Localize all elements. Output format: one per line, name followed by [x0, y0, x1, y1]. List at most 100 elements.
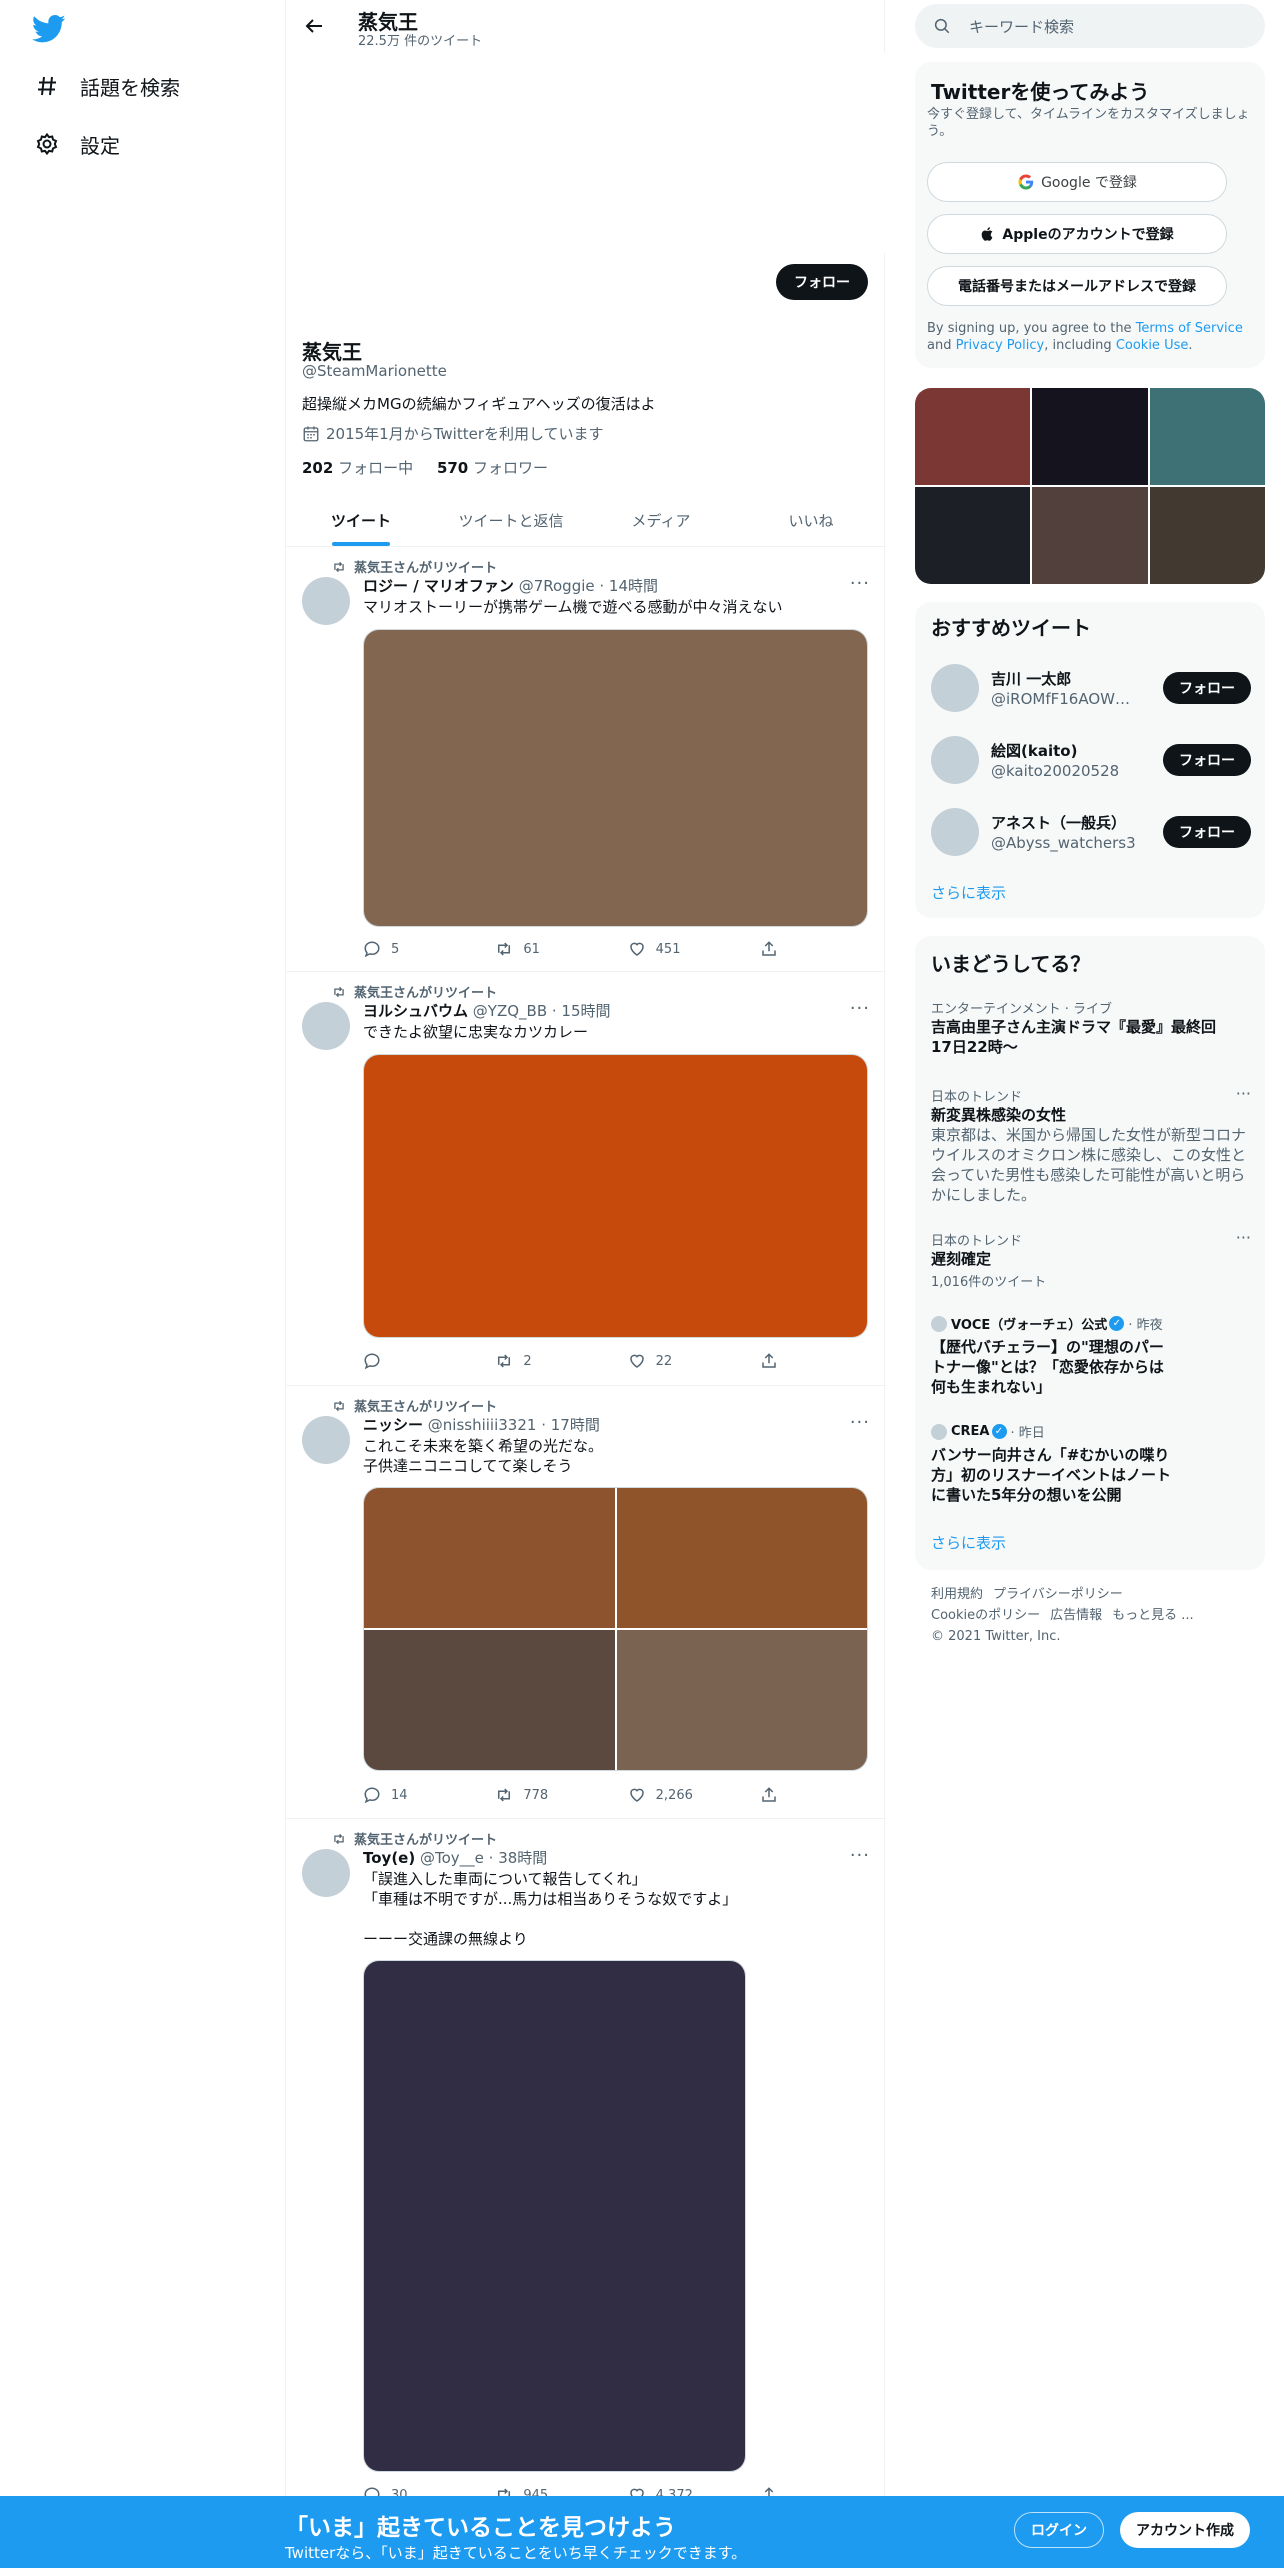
follow-button[interactable]: フォロー	[1163, 672, 1251, 704]
news-item[interactable]: VOCE（ヴォーチェ）公式 ✓ · 昨夜 【歴代バチェラー】の"理想のパートナー像…	[931, 1314, 1251, 1397]
search-box[interactable]: キーワード検索	[915, 4, 1265, 48]
share-button[interactable]	[760, 1352, 788, 1370]
tab-media[interactable]: メディア	[586, 494, 736, 546]
media-image[interactable]	[364, 1055, 867, 1337]
trend-title: 吉高由里子さん主演ドラマ『最愛』最終回 17日22時〜	[931, 1018, 1232, 1056]
more-options-icon[interactable]: ···	[1236, 1084, 1251, 1103]
gallery-photo[interactable]	[1032, 388, 1148, 485]
recommended-user[interactable]: アネスト（一般兵） @Abyss_watchers3 フォロー	[931, 806, 1251, 858]
recommended-user[interactable]: 吉川 一太郎 @iROMfF16AOWDTG フォロー	[931, 662, 1251, 714]
avatar[interactable]	[931, 808, 979, 856]
footer-link[interactable]: Cookieのポリシー	[931, 1608, 1040, 1623]
signup-prompt-bar: 「いま」起きていることを見つけよう Twitterなら、「いま」起きていることを…	[0, 2496, 1284, 2568]
tweet-author-name[interactable]: ヨルシュバウム	[363, 1002, 468, 1020]
nav-settings[interactable]: 設定	[34, 124, 120, 164]
tab-tweets[interactable]: ツイート	[286, 494, 436, 546]
gallery-photo[interactable]	[1149, 487, 1265, 584]
following-label: フォロー中	[333, 459, 414, 477]
tweet[interactable]: 蒸気王さんがリツイート ロジー / マリオファン @7Roggie · 14時間…	[286, 547, 886, 972]
media-image[interactable]	[364, 630, 867, 926]
reply-button[interactable]: 5	[363, 940, 469, 958]
news-item[interactable]: CREA ✓ · 昨日 バンサー向井さん「#むかいの喋り方」初のリスナーイベントは…	[931, 1422, 1251, 1505]
tweet-media[interactable]	[363, 629, 868, 927]
tweet-media[interactable]	[363, 1054, 868, 1338]
create-account-button[interactable]: アカウント作成	[1120, 2512, 1250, 2548]
tweet-media[interactable]	[363, 1960, 746, 2472]
follow-button[interactable]: フォロー	[1163, 816, 1251, 848]
more-options-icon[interactable]: ···	[850, 1845, 870, 1866]
avatar[interactable]	[931, 736, 979, 784]
trend-title: 新変異株感染の女性	[931, 1106, 1067, 1124]
retweet-icon	[334, 986, 344, 997]
terms-link[interactable]: Terms of Service	[1136, 321, 1243, 336]
nav-explore[interactable]: 話題を検索	[34, 66, 180, 106]
following-link[interactable]: 202 フォロー中	[302, 459, 413, 477]
more-options-icon[interactable]: ···	[850, 573, 870, 594]
trend-item[interactable]: 日本のトレンド 遅刻確定 1,016件のツイート ···	[931, 1228, 1251, 1290]
tab-tweets-replies[interactable]: ツイートと返信	[436, 494, 586, 546]
tweet-author-handle[interactable]: @Toy__e · 38時間	[415, 1849, 547, 1867]
avatar[interactable]	[931, 664, 979, 712]
footer-link[interactable]: 利用規約	[931, 1587, 983, 1602]
more-options-icon[interactable]: ···	[1236, 1228, 1251, 1247]
footer-link[interactable]: もっと見る ...	[1112, 1608, 1194, 1623]
tweet-author-name[interactable]: ロジー / マリオファン	[363, 577, 514, 595]
retweet-icon	[498, 1354, 511, 1368]
tweet[interactable]: 蒸気王さんがリツイート ヨルシュバウム @YZQ_BB · 15時間 ··· で…	[286, 972, 886, 1386]
retweet-button[interactable]: 2	[495, 1352, 601, 1370]
gallery-photo[interactable]	[1149, 388, 1265, 485]
phone-email-signup-button[interactable]: 電話番号またはメールアドレスで登録	[927, 266, 1227, 306]
media-image[interactable]	[616, 1630, 867, 1770]
apple-signup-label: Appleのアカウントで登録	[1002, 227, 1174, 243]
twitter-logo-icon[interactable]	[31, 14, 66, 44]
gallery-photo[interactable]	[915, 388, 1031, 485]
apple-signup-button[interactable]: Appleのアカウントで登録	[927, 214, 1227, 254]
followers-link[interactable]: 570 フォロワー	[437, 459, 548, 477]
footer-link[interactable]: 広告情報	[1050, 1608, 1102, 1623]
back-arrow-icon[interactable]	[302, 14, 326, 38]
privacy-link[interactable]: Privacy Policy	[956, 338, 1045, 353]
like-button[interactable]: 2,266	[628, 1786, 734, 1804]
avatar[interactable]	[302, 577, 350, 625]
tweet-author-handle[interactable]: @nisshiiii3321 · 17時間	[423, 1416, 600, 1434]
like-button[interactable]: 451	[628, 940, 734, 958]
gallery-photo[interactable]	[915, 487, 1031, 584]
show-more-link[interactable]: さらに表示	[931, 882, 1006, 903]
media-image[interactable]	[616, 1488, 867, 1628]
reply-button[interactable]	[363, 1352, 469, 1370]
retweet-button[interactable]: 778	[495, 1786, 601, 1804]
more-options-icon[interactable]: ···	[850, 1412, 870, 1433]
more-options-icon[interactable]: ···	[850, 998, 870, 1019]
follow-button[interactable]: フォロー	[1163, 744, 1251, 776]
cookie-link[interactable]: Cookie Use	[1116, 338, 1189, 353]
like-button[interactable]: 22	[628, 1352, 734, 1370]
trend-item[interactable]: エンターテインメント · ライブ 吉高由里子さん主演ドラマ『最愛』最終回 17日…	[931, 998, 1251, 1057]
media-image[interactable]	[364, 1961, 745, 2471]
avatar[interactable]	[302, 1849, 350, 1897]
media-image[interactable]	[364, 1488, 615, 1628]
google-signup-button[interactable]: Google で登録	[927, 162, 1227, 202]
login-button[interactable]: ログイン	[1014, 2512, 1104, 2548]
avatar[interactable]	[302, 1002, 350, 1050]
reply-button[interactable]: 14	[363, 1786, 469, 1804]
media-image[interactable]	[364, 1630, 615, 1770]
tweet-author-handle[interactable]: @7Roggie · 14時間	[514, 577, 658, 595]
share-button[interactable]	[760, 1786, 788, 1804]
tweet-author-name[interactable]: Toy(e)	[363, 1849, 415, 1867]
tweet-author-handle[interactable]: @YZQ_BB · 15時間	[468, 1002, 611, 1020]
gallery-photo[interactable]	[1032, 487, 1148, 584]
tweet[interactable]: 蒸気王さんがリツイート Toy(e) @Toy__e · 38時間 ··· 「誤…	[286, 1819, 886, 2519]
avatar[interactable]	[302, 1416, 350, 1464]
share-button[interactable]	[760, 940, 788, 958]
tweet[interactable]: 蒸気王さんがリツイート ニッシー @nisshiiii3321 · 17時間 ·…	[286, 1386, 886, 1819]
follow-button[interactable]: フォロー	[776, 264, 868, 300]
reply-icon	[364, 1787, 380, 1804]
trend-item[interactable]: 日本のトレンド 新変異株感染の女性 東京都は、米国から帰国した女性が新型コロナウ…	[931, 1084, 1251, 1205]
show-more-link[interactable]: さらに表示	[931, 1532, 1006, 1553]
like-count: 451	[655, 941, 681, 957]
footer-link[interactable]: プライバシーポリシー	[993, 1587, 1123, 1602]
recommended-user[interactable]: 絵図(kaito) @kaito20020528 フォロー	[931, 734, 1251, 786]
retweet-button[interactable]: 61	[495, 940, 601, 958]
tweet-author-name[interactable]: ニッシー	[363, 1416, 423, 1434]
tab-likes[interactable]: いいね	[736, 494, 886, 546]
